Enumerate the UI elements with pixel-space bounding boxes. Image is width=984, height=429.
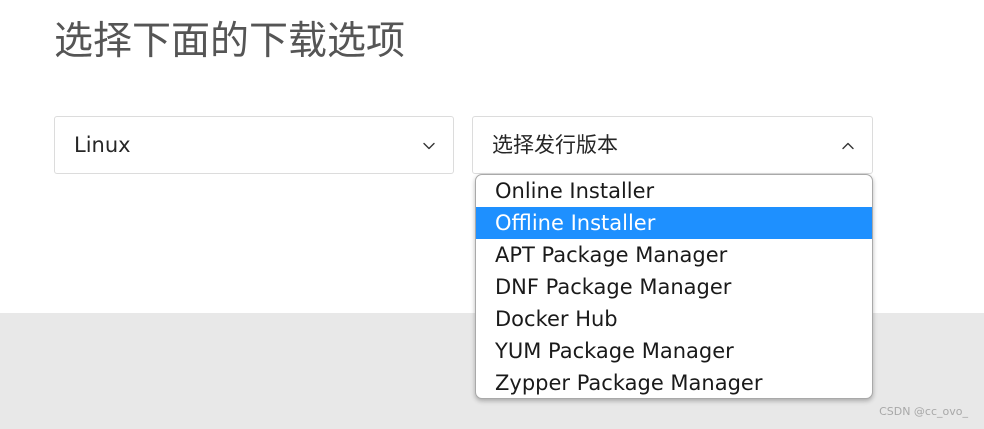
option-dnf-package-manager[interactable]: DNF Package Manager	[476, 271, 872, 303]
option-docker-hub[interactable]: Docker Hub	[476, 303, 872, 335]
distro-dropdown-list: Online Installer Offline Installer APT P…	[475, 174, 873, 399]
option-online-installer[interactable]: Online Installer	[476, 175, 872, 207]
os-select-value: Linux	[74, 133, 131, 157]
watermark: CSDN @cc_ovo_	[879, 405, 968, 418]
distro-select[interactable]: 选择发行版本	[472, 116, 873, 174]
distro-select-value: 选择发行版本	[492, 133, 618, 157]
os-select[interactable]: Linux	[54, 116, 454, 174]
option-yum-package-manager[interactable]: YUM Package Manager	[476, 335, 872, 367]
option-apt-package-manager[interactable]: APT Package Manager	[476, 239, 872, 271]
page-title: 选择下面的下载选项	[54, 19, 406, 64]
chevron-up-icon	[842, 142, 854, 150]
option-offline-installer[interactable]: Offline Installer	[476, 207, 872, 239]
chevron-down-icon	[423, 142, 435, 150]
option-zypper-package-manager[interactable]: Zypper Package Manager	[476, 367, 872, 398]
